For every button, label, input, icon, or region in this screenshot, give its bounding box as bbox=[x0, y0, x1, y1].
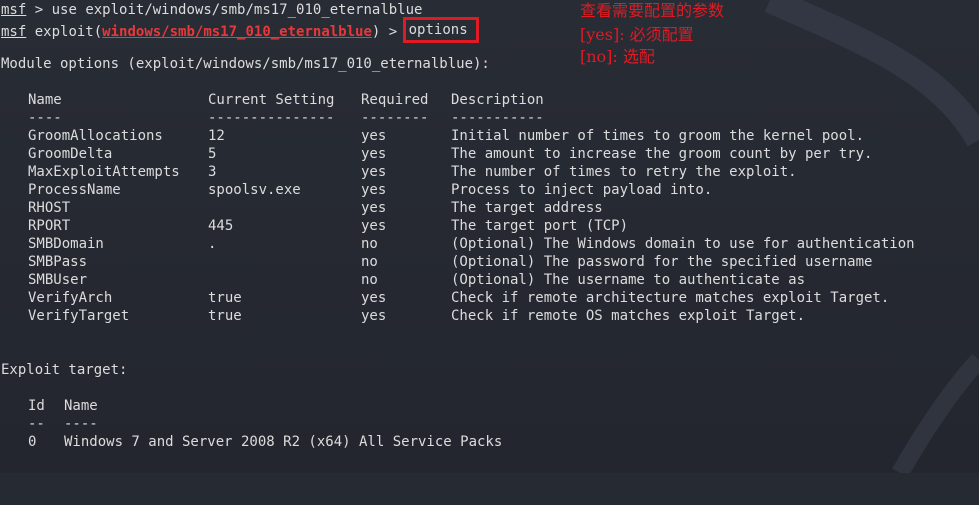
option-description: The target port (TCP) bbox=[451, 218, 629, 234]
col-header-required: Required bbox=[361, 92, 429, 108]
option-name: GroomDelta bbox=[28, 146, 113, 162]
option-current-setting: 3 bbox=[208, 164, 217, 180]
option-description: The target address bbox=[451, 200, 603, 216]
option-required: yes bbox=[361, 164, 387, 180]
option-description: The amount to increase the groom count b… bbox=[451, 146, 873, 162]
module-options-heading: Module options (exploit/windows/smb/ms17… bbox=[1, 56, 490, 72]
command-line-options: msf exploit(windows/smb/ms17_010_eternal… bbox=[1, 17, 479, 43]
option-current-setting: 12 bbox=[208, 128, 225, 144]
table-row: VerifyArch true yes Check if remote arch… bbox=[28, 289, 968, 307]
option-required: yes bbox=[361, 218, 387, 234]
module-options-separator-row: ---- --------------- -------- ----------… bbox=[28, 109, 968, 127]
option-required: yes bbox=[361, 308, 387, 324]
exploit-suffix: ) > bbox=[371, 24, 398, 40]
separator-current-setting: --------------- bbox=[208, 110, 335, 126]
annotation-yes-note: [yes]: 必须配置 bbox=[580, 25, 694, 44]
msf-prompt-label-2: msf bbox=[1, 24, 27, 40]
option-required: yes bbox=[361, 200, 387, 216]
option-name: VerifyTarget bbox=[28, 308, 130, 324]
option-required: no bbox=[361, 254, 378, 270]
table-row: SMBUser no (Optional) The username to au… bbox=[28, 271, 968, 289]
option-current-setting: . bbox=[208, 236, 217, 252]
option-description: (Optional) The Windows domain to use for… bbox=[451, 236, 915, 252]
msf-prompt-label: msf bbox=[1, 2, 27, 18]
option-required: no bbox=[361, 236, 378, 252]
target-name: Windows 7 and Server 2008 R2 (x64) All S… bbox=[64, 434, 503, 450]
table-row: SMBDomain . no (Optional) The Windows do… bbox=[28, 235, 968, 253]
exploit-target-heading: Exploit target: bbox=[1, 362, 128, 378]
col-header-current-setting: Current Setting bbox=[208, 92, 335, 108]
exploit-target-header-row: Id Name bbox=[28, 397, 628, 415]
option-required: yes bbox=[361, 146, 387, 162]
col-header-id: Id bbox=[28, 398, 45, 414]
option-description: Check if remote architecture matches exp… bbox=[451, 290, 890, 306]
option-name: SMBDomain bbox=[28, 236, 104, 252]
table-row: RHOST yes The target address bbox=[28, 199, 968, 217]
option-current-setting: spoolsv.exe bbox=[208, 182, 301, 198]
option-description: Initial number of times to groom the ker… bbox=[451, 128, 865, 144]
table-row: SMBPass no (Optional) The password for t… bbox=[28, 253, 968, 271]
command-line-use: msf > use exploit/windows/smb/ms17_010_e… bbox=[1, 1, 422, 19]
options-command-text: options bbox=[408, 22, 468, 38]
option-current-setting: 445 bbox=[208, 218, 234, 234]
prompt-arrow: > bbox=[34, 2, 44, 18]
exploit-prefix: exploit( bbox=[34, 24, 103, 40]
option-name: SMBUser bbox=[28, 272, 88, 288]
module-options-header-row: Name Current Setting Required Descriptio… bbox=[28, 91, 968, 109]
col-header-name: Name bbox=[28, 92, 62, 108]
option-name: SMBPass bbox=[28, 254, 88, 270]
col-header-description: Description bbox=[451, 92, 544, 108]
separator-description: ----------- bbox=[451, 110, 544, 126]
option-name: ProcessName bbox=[28, 182, 121, 198]
option-required: no bbox=[361, 272, 378, 288]
option-current-setting: true bbox=[208, 308, 242, 324]
separator-id: -- bbox=[28, 416, 45, 432]
option-name: RHOST bbox=[28, 200, 71, 216]
separator-name: ---- bbox=[28, 110, 62, 126]
col-header-target-name: Name bbox=[64, 398, 98, 414]
target-id: 0 bbox=[28, 434, 37, 450]
annotation-no-note: [no]: 选配 bbox=[580, 47, 655, 66]
exploit-target-separator-row: -- ---- bbox=[28, 415, 628, 433]
options-command-highlight: options bbox=[402, 17, 479, 43]
option-name: GroomAllocations bbox=[28, 128, 163, 144]
option-required: yes bbox=[361, 128, 387, 144]
table-row: MaxExploitAttempts 3 yes The number of t… bbox=[28, 163, 968, 181]
module-path: windows/smb/ms17_010_eternalblue bbox=[102, 24, 372, 40]
option-required: yes bbox=[361, 182, 387, 198]
option-current-setting: 5 bbox=[208, 146, 217, 162]
table-row: ProcessName spoolsv.exe yes Process to i… bbox=[28, 181, 968, 199]
table-row: 0 Windows 7 and Server 2008 R2 (x64) All… bbox=[28, 433, 628, 451]
option-description: The number of times to retry the exploit… bbox=[451, 164, 797, 180]
annotation-title: 查看需要配置的参数 bbox=[580, 1, 725, 20]
option-description: (Optional) The username to authenticate … bbox=[451, 272, 806, 288]
table-row: VerifyTarget true yes Check if remote OS… bbox=[28, 307, 968, 325]
option-name: VerifyArch bbox=[28, 290, 113, 306]
option-required: yes bbox=[361, 290, 387, 306]
table-row: RPORT 445 yes The target port (TCP) bbox=[28, 217, 968, 235]
separator-required: -------- bbox=[361, 110, 429, 126]
use-command-text: use exploit/windows/smb/ms17_010_eternal… bbox=[51, 2, 423, 18]
table-row: GroomDelta 5 yes The amount to increase … bbox=[28, 145, 968, 163]
option-description: Check if remote OS matches exploit Targe… bbox=[451, 308, 806, 324]
option-name: RPORT bbox=[28, 218, 71, 234]
option-description: (Optional) The password for the specifie… bbox=[451, 254, 873, 270]
separator-target-name: ---- bbox=[64, 416, 98, 432]
option-current-setting: true bbox=[208, 290, 242, 306]
terminal-window[interactable]: msf > use exploit/windows/smb/ms17_010_e… bbox=[0, 0, 979, 473]
table-row: GroomAllocations 12 yes Initial number o… bbox=[28, 127, 968, 145]
option-description: Process to inject payload into. bbox=[451, 182, 713, 198]
option-name: MaxExploitAttempts bbox=[28, 164, 180, 180]
